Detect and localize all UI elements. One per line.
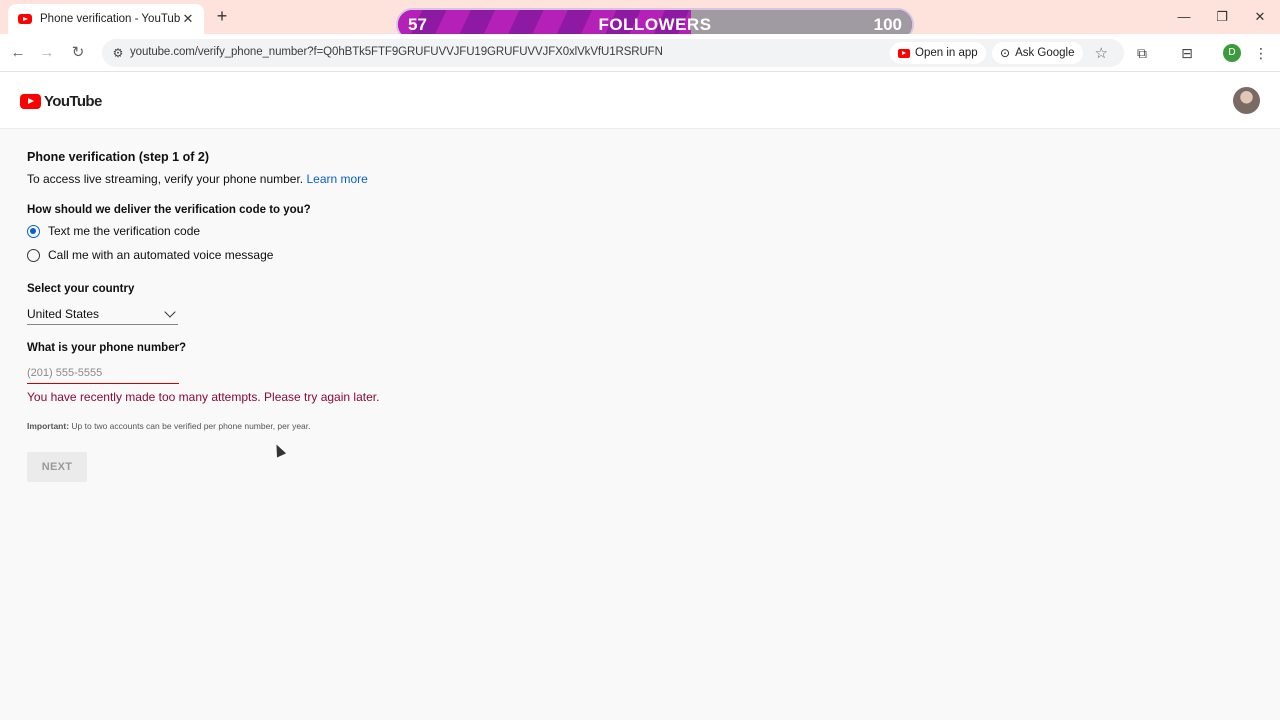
restore-button[interactable]: ❐ [1202,6,1242,28]
country-select[interactable]: United States [27,305,178,325]
learn-more-link[interactable]: Learn more [306,172,367,186]
option-text-label: Text me the verification code [48,224,201,238]
phone-number-input[interactable] [27,363,179,384]
youtube-play-icon [20,94,41,109]
account-avatar[interactable] [1233,87,1260,114]
important-text: Up to two accounts can be verified per p… [71,421,311,431]
option-text-message[interactable]: Text me the verification code [27,224,200,238]
tab-title: Phone verification - YouTube [40,13,180,25]
youtube-logo[interactable]: YouTube [20,93,102,110]
phone-label: What is your phone number? [27,342,187,354]
error-message: You have recently made too many attempts… [27,390,380,404]
site-settings-icon[interactable]: ⚙ [110,45,126,61]
next-button[interactable]: NEXT [27,452,87,482]
reload-icon[interactable]: ↻ [67,42,89,64]
subtitle-text: To access live streaming, verify your ph… [27,172,304,186]
youtube-app-icon [898,48,910,58]
tab-close-icon[interactable]: ✕ [180,11,196,27]
followers-label: FOLLOWERS [598,15,712,34]
chevron-down-icon [164,306,176,318]
country-label: Select your country [27,283,135,295]
browser-tab[interactable]: Phone verification - YouTube ✕ [8,4,204,34]
extensions-icon[interactable]: ⧉ [1132,43,1152,63]
option-voice-call[interactable]: Call me with an automated voice message [27,248,273,262]
followers-goal: 100 [873,15,902,34]
url-text[interactable]: youtube.com/verify_phone_number?f=Q0hBTk… [130,46,663,58]
new-tab-button[interactable]: + [212,6,232,26]
delivery-question: How should we deliver the verification c… [27,204,311,216]
mouse-cursor-icon [271,442,287,458]
country-value: United States [27,307,100,321]
radio-unselected-icon[interactable] [27,248,40,262]
youtube-wordmark: YouTube [44,93,102,110]
google-lens-icon: ⊙ [1000,46,1011,60]
important-label: Important: [27,421,70,431]
window-close-button[interactable]: ✕ [1240,6,1280,28]
browser-toolbar: ← → ↻ ⚙ youtube.com/verify_phone_number?… [0,34,1280,72]
important-note: Important: Up to two accounts can be ver… [27,421,311,431]
open-in-app-button[interactable]: Open in app [890,42,986,64]
minimize-button[interactable]: — [1164,6,1204,28]
ask-google-label: Ask Google [1015,47,1075,59]
tab-search-icon[interactable]: ⊟ [1177,43,1197,63]
option-voice-label: Call me with an automated voice message [48,248,274,262]
bookmark-star-icon[interactable]: ☆ [1095,44,1108,62]
address-bar[interactable]: ⚙ youtube.com/verify_phone_number?f=Q0hB… [102,39,1124,67]
forward-arrow-icon[interactable]: → [36,42,58,64]
browser-profile-avatar[interactable]: D [1223,44,1241,62]
ask-google-button[interactable]: ⊙ Ask Google [992,42,1083,64]
youtube-favicon-icon [18,14,32,24]
browser-menu-icon[interactable]: ⋮ [1251,43,1271,63]
page-title: Phone verification (step 1 of 2) [27,150,209,164]
radio-selected-icon[interactable] [27,224,40,238]
youtube-header: YouTube [0,72,1280,129]
back-arrow-icon[interactable]: ← [7,42,29,64]
page-subtitle: To access live streaming, verify your ph… [27,172,368,186]
open-in-app-label: Open in app [915,47,978,59]
